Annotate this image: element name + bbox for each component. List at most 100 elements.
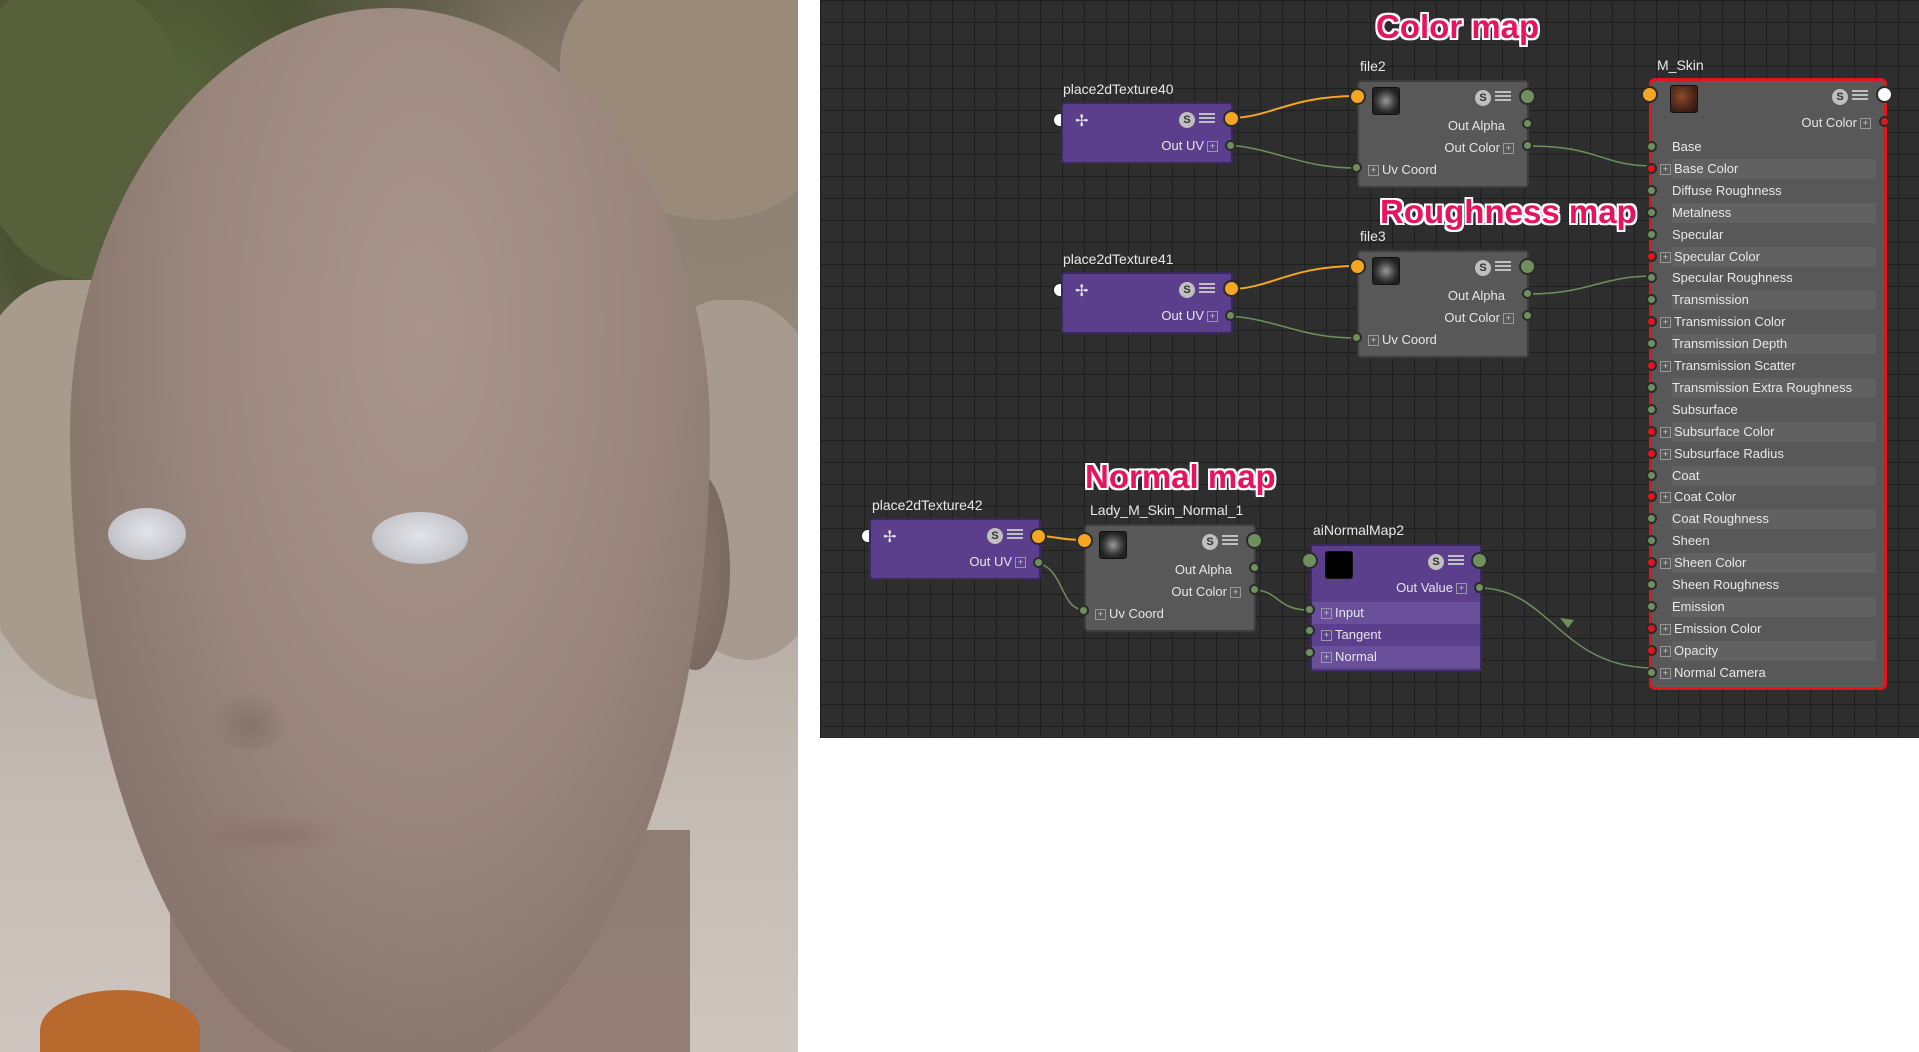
- expand-icon[interactable]: +: [1503, 313, 1514, 325]
- attribute-input-port[interactable]: [1646, 381, 1657, 393]
- input-port[interactable]: [1301, 552, 1318, 569]
- attribute-row[interactable]: + Sheen Color: [1660, 553, 1876, 574]
- attribute-row[interactable]: Transmission Depth: [1672, 334, 1876, 355]
- swatch-s-icon[interactable]: S: [1475, 260, 1491, 276]
- attribute-row[interactable]: Sheen: [1672, 531, 1876, 551]
- output-port-uv[interactable]: [1223, 280, 1240, 297]
- attribute-input-port[interactable]: [1646, 622, 1657, 634]
- attribute-list-icon[interactable]: [1495, 259, 1511, 273]
- attribute-input-port[interactable]: [1646, 141, 1657, 152]
- output-port-out-color[interactable]: [1249, 584, 1260, 595]
- input-port-normal[interactable]: [1304, 647, 1315, 658]
- node-body[interactable]: S Out Alpha Out Color + + Uv Coord: [1357, 250, 1529, 358]
- expand-icon[interactable]: +: [1207, 141, 1218, 153]
- output-port-out-color[interactable]: [1522, 140, 1533, 151]
- swatch-s-icon[interactable]: S: [1179, 112, 1195, 128]
- node-body[interactable]: ✢ S Out UV +: [1061, 102, 1233, 164]
- output-port[interactable]: [1519, 88, 1536, 105]
- output-port[interactable]: [1519, 258, 1536, 275]
- hypershade-node-editor[interactable]: Color map Roughness map Normal map place…: [820, 0, 1919, 738]
- expand-icon[interactable]: +: [1660, 361, 1671, 373]
- attribute-input-port[interactable]: [1646, 228, 1657, 240]
- output-port-uv[interactable]: [1223, 110, 1240, 127]
- expand-icon[interactable]: +: [1456, 583, 1467, 595]
- expand-icon[interactable]: +: [1503, 143, 1514, 155]
- attribute-input-port[interactable]: [1646, 447, 1657, 459]
- output-port-out-alpha[interactable]: [1522, 118, 1533, 129]
- attribute-list-icon[interactable]: [1199, 111, 1215, 125]
- expand-icon[interactable]: +: [1860, 118, 1871, 130]
- output-port-out-value[interactable]: [1474, 582, 1485, 593]
- expand-icon[interactable]: +: [1207, 311, 1218, 323]
- output-port-out-alpha[interactable]: [1249, 562, 1260, 573]
- output-port-out-color[interactable]: [1879, 116, 1890, 127]
- attribute-list-icon[interactable]: [1199, 281, 1215, 295]
- swatch-s-icon[interactable]: S: [1202, 534, 1218, 550]
- expand-icon[interactable]: +: [1321, 652, 1332, 664]
- expand-icon[interactable]: +: [1660, 251, 1671, 263]
- expand-icon[interactable]: +: [1321, 630, 1332, 642]
- attribute-input-port[interactable]: [1646, 425, 1657, 437]
- node-body-selected[interactable]: S Out Color + Base + Base Color Diffuse Roug…: [1649, 78, 1887, 690]
- swatch-s-icon[interactable]: S: [987, 528, 1003, 544]
- expand-icon[interactable]: +: [1095, 609, 1106, 621]
- output-port-out-color[interactable]: [1522, 310, 1533, 321]
- input-port-uv-coord[interactable]: [1078, 605, 1089, 616]
- expand-icon[interactable]: +: [1321, 608, 1332, 620]
- attribute-list-icon[interactable]: [1495, 89, 1511, 103]
- attribute-row[interactable]: Transmission: [1672, 290, 1876, 311]
- attribute-row[interactable]: Base: [1672, 137, 1876, 157]
- attribute-row[interactable]: + Normal Camera: [1660, 663, 1876, 683]
- expand-icon[interactable]: +: [1660, 645, 1671, 657]
- attribute-input-port[interactable]: [1646, 666, 1657, 678]
- attribute-input-port[interactable]: [1646, 469, 1657, 481]
- attribute-row[interactable]: + Opacity: [1660, 640, 1876, 661]
- swatch-s-icon[interactable]: S: [1832, 89, 1848, 105]
- expand-icon[interactable]: +: [1660, 448, 1671, 460]
- input-port-input[interactable]: [1304, 604, 1315, 615]
- expand-icon[interactable]: +: [1660, 667, 1671, 679]
- input-port-uv[interactable]: [1349, 88, 1366, 105]
- attribute-input-port[interactable]: [1646, 600, 1657, 612]
- swatch-s-icon[interactable]: S: [1428, 554, 1444, 570]
- attribute-input-port[interactable]: [1646, 644, 1657, 656]
- attribute-input-port[interactable]: [1646, 206, 1657, 218]
- attribute-row[interactable]: + Subsurface Color: [1660, 421, 1876, 442]
- attribute-row[interactable]: + Transmission Scatter: [1660, 356, 1876, 376]
- attribute-row[interactable]: Emission: [1672, 596, 1876, 617]
- attribute-input-port[interactable]: [1646, 360, 1657, 371]
- attribute-row[interactable]: + Transmission Color: [1660, 312, 1876, 332]
- expand-icon[interactable]: +: [1230, 587, 1241, 599]
- attribute-row[interactable]: Metalness: [1672, 202, 1876, 223]
- attribute-row[interactable]: Transmission Extra Roughness: [1672, 377, 1876, 398]
- expand-icon[interactable]: +: [1660, 317, 1671, 329]
- node-body[interactable]: ✢ S Out UV +: [869, 518, 1041, 580]
- expand-icon[interactable]: +: [1368, 165, 1379, 177]
- expand-icon[interactable]: +: [1660, 426, 1671, 438]
- expand-icon[interactable]: +: [1660, 558, 1671, 570]
- output-port-out-uv[interactable]: [1225, 310, 1236, 321]
- expand-icon[interactable]: +: [1660, 492, 1671, 504]
- attribute-list-icon[interactable]: [1222, 533, 1238, 547]
- input-port-uv-coord[interactable]: [1351, 162, 1362, 173]
- attribute-input-port[interactable]: [1646, 579, 1657, 590]
- input-port-uv[interactable]: [1349, 258, 1366, 275]
- attribute-row[interactable]: Specular: [1672, 225, 1876, 245]
- expand-icon[interactable]: +: [1660, 163, 1671, 175]
- attribute-row[interactable]: Coat: [1672, 465, 1876, 486]
- attribute-input-port[interactable]: [1646, 403, 1657, 415]
- attribute-input-port[interactable]: [1646, 250, 1657, 262]
- output-port[interactable]: [1246, 532, 1263, 549]
- output-port[interactable]: [1876, 86, 1893, 103]
- output-port-out-uv[interactable]: [1033, 557, 1044, 568]
- input-port-uv-coord[interactable]: [1351, 332, 1362, 343]
- output-port-out-alpha[interactable]: [1522, 288, 1533, 299]
- node-body[interactable]: S Out Alpha Out Color + + Uv Coord: [1357, 80, 1529, 188]
- attribute-row[interactable]: Diffuse Roughness: [1672, 181, 1876, 201]
- swatch-s-icon[interactable]: S: [1179, 282, 1195, 298]
- attribute-row[interactable]: + Coat Color: [1660, 487, 1876, 507]
- attribute-list-icon[interactable]: [1852, 88, 1868, 102]
- attribute-row[interactable]: + Specular Color: [1660, 246, 1876, 267]
- input-port-uv[interactable]: [1076, 532, 1093, 549]
- node-body[interactable]: ✢ S Out UV +: [1061, 272, 1233, 334]
